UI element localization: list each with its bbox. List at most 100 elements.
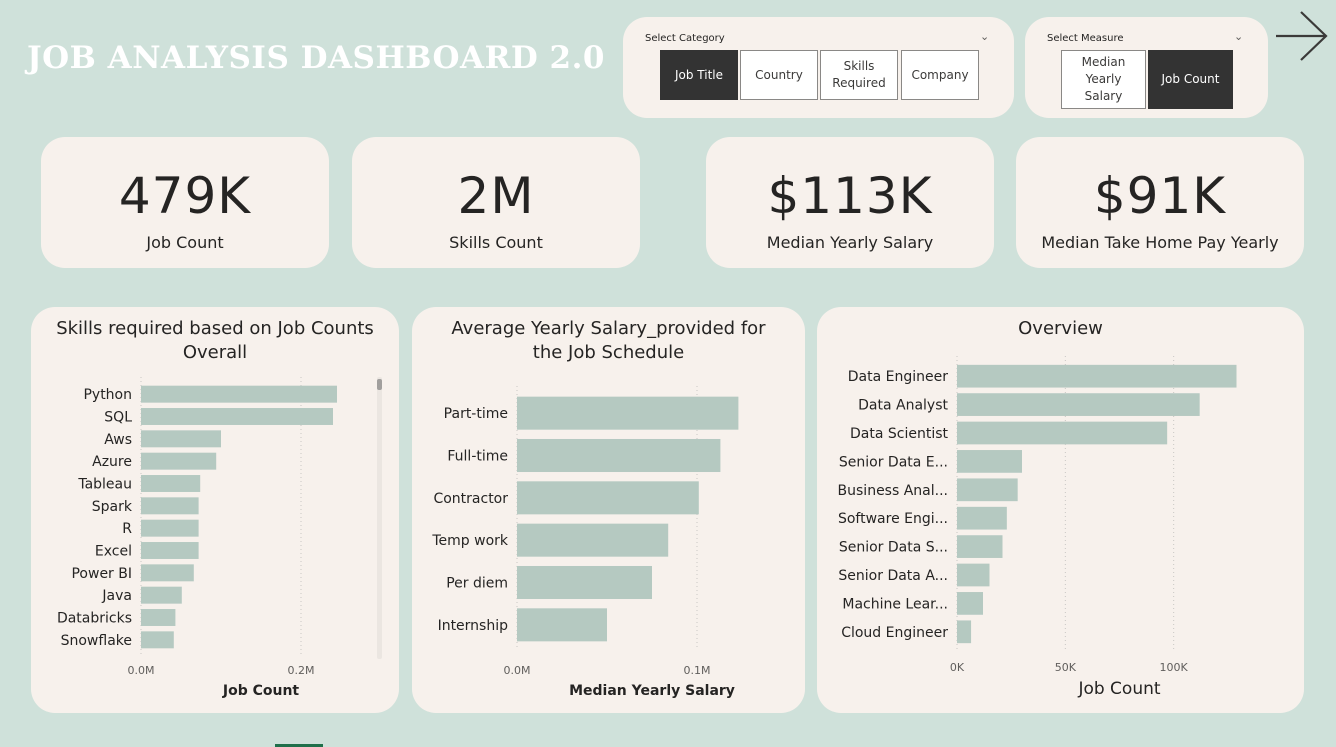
category-tile-label: Skills Required (832, 59, 886, 90)
scrollbar-track[interactable] (377, 377, 382, 659)
category-label: Databricks (57, 611, 132, 627)
measure-tile-job-count[interactable]: Job Count (1148, 50, 1233, 109)
bar[interactable] (141, 497, 199, 515)
overview-bar-chart[interactable]: 0K 50K 100K Data Engineer Data Analyst Data S… (817, 307, 1304, 713)
kpi-card-skills-count: 2M Skills Count (352, 137, 640, 268)
scrollbar-thumb[interactable] (377, 379, 382, 390)
bar[interactable] (517, 396, 739, 430)
bar[interactable] (957, 592, 983, 615)
bar[interactable] (141, 586, 182, 604)
bar[interactable] (141, 631, 174, 649)
bar[interactable] (957, 478, 1018, 502)
kpi-card-median-take-home-pay: $91K Median Take Home Pay Yearly (1016, 137, 1304, 268)
x-tick-label: 0K (950, 661, 965, 674)
salary-schedule-bar-chart[interactable]: 0.0M 0.1M Part-time Full-time Contractor Temp… (412, 307, 805, 713)
category-label: Cloud Engineer (841, 625, 948, 641)
kpi-value: $91K (1093, 167, 1227, 225)
category-slicer: Select Category ⌄ Job Title Country Skil… (623, 17, 1014, 118)
bar[interactable] (957, 620, 972, 644)
category-label: Excel (95, 544, 132, 560)
bar[interactable] (517, 523, 669, 557)
kpi-label: Job Count (146, 233, 224, 252)
x-tick-label: 50K (1055, 661, 1077, 674)
category-tile-company[interactable]: Company (901, 50, 979, 100)
category-tile-label: Company (911, 67, 969, 82)
category-label: Full-time (447, 449, 508, 465)
arrow-right-icon[interactable] (1274, 10, 1330, 62)
bar[interactable] (957, 563, 990, 587)
x-axis-label: Job Count (1077, 679, 1160, 699)
bar[interactable] (141, 609, 176, 626)
category-label: R (122, 521, 132, 537)
category-label: SQL (104, 410, 132, 426)
bar[interactable] (517, 608, 607, 642)
overview-chart-card: Overview 0K 50K 100K Data Engineer Data Anal… (817, 307, 1304, 713)
bar[interactable] (517, 481, 699, 515)
chevron-down-icon[interactable]: ⌄ (980, 30, 989, 43)
salary-schedule-chart-card: Average Yearly Salary_provided for the J… (412, 307, 805, 713)
x-tick-label: 0.0M (128, 664, 155, 677)
category-label: Business Anal... (838, 483, 948, 499)
measure-slicer-label: Select Measure (1047, 33, 1124, 44)
bar[interactable] (957, 535, 1003, 558)
bar[interactable] (141, 542, 199, 559)
category-label: Aws (104, 432, 132, 448)
measure-tile-median-yearly-salary[interactable]: Median Yearly Salary (1061, 50, 1146, 109)
bar[interactable] (141, 475, 201, 492)
category-label: Python (83, 387, 132, 403)
category-label: Internship (438, 618, 509, 634)
category-label: Senior Data A... (838, 568, 948, 584)
chevron-down-icon[interactable]: ⌄ (1234, 30, 1243, 43)
kpi-label: Median Yearly Salary (766, 233, 934, 252)
x-axis-label: Median Yearly Salary (569, 683, 735, 699)
category-label: Contractor (433, 491, 508, 507)
category-label: Software Engi... (838, 511, 948, 527)
category-tile-skills-required[interactable]: Skills Required (820, 50, 898, 100)
category-label: Java (101, 588, 132, 604)
measure-slicer: Select Measure ⌄ Median Yearly Salary Jo… (1025, 17, 1268, 118)
category-label: Senior Data S... (839, 540, 948, 556)
dashboard-title: JOB ANALYSIS DASHBOARD 2.0 (27, 40, 605, 76)
kpi-card-median-yearly-salary: $113K Median Yearly Salary (706, 137, 994, 268)
category-label: Spark (92, 499, 133, 515)
category-label: Data Scientist (850, 426, 949, 442)
bar[interactable] (141, 385, 337, 403)
x-tick-label: 100K (1160, 661, 1189, 674)
kpi-label: Median Take Home Pay Yearly (1041, 233, 1279, 252)
category-label: Tableau (77, 477, 132, 493)
bar[interactable] (141, 408, 333, 425)
category-label: Part-time (444, 406, 508, 422)
category-label: Temp work (431, 533, 509, 549)
kpi-card-job-count: 479K Job Count (41, 137, 329, 268)
bar[interactable] (957, 364, 1237, 388)
bar[interactable] (141, 564, 194, 582)
skills-chart-card: Skills required based on Job Counts Over… (31, 307, 399, 713)
category-label: Senior Data E... (839, 454, 948, 470)
bar[interactable] (957, 450, 1022, 473)
bar[interactable] (957, 421, 1168, 445)
category-slicer-label: Select Category (645, 33, 725, 44)
bar[interactable] (141, 430, 221, 448)
skills-bar-chart[interactable]: 0.0M 0.2M Python SQL Aws Azure Tableau Spark R Ex… (31, 307, 399, 713)
bar[interactable] (141, 452, 217, 470)
kpi-value: $113K (767, 167, 933, 225)
category-label: Machine Lear... (842, 596, 948, 612)
measure-tile-label: Median Yearly Salary (1081, 55, 1126, 103)
category-tile-label: Country (755, 67, 803, 82)
bar[interactable] (517, 565, 652, 600)
bar[interactable] (957, 393, 1200, 416)
bar[interactable] (957, 506, 1007, 530)
category-label: Per diem (446, 576, 508, 592)
bar[interactable] (141, 519, 199, 537)
kpi-value: 479K (118, 167, 252, 225)
kpi-label: Skills Count (449, 233, 543, 252)
category-label: Data Engineer (848, 369, 948, 385)
category-label: Snowflake (61, 633, 132, 649)
category-label: Azure (92, 454, 132, 470)
bar[interactable] (517, 438, 721, 473)
x-tick-label: 0.0M (504, 664, 531, 677)
x-tick-label: 0.1M (684, 664, 711, 677)
category-tile-job-title[interactable]: Job Title (660, 50, 738, 100)
category-label: Data Analyst (858, 398, 948, 414)
category-tile-country[interactable]: Country (740, 50, 818, 100)
